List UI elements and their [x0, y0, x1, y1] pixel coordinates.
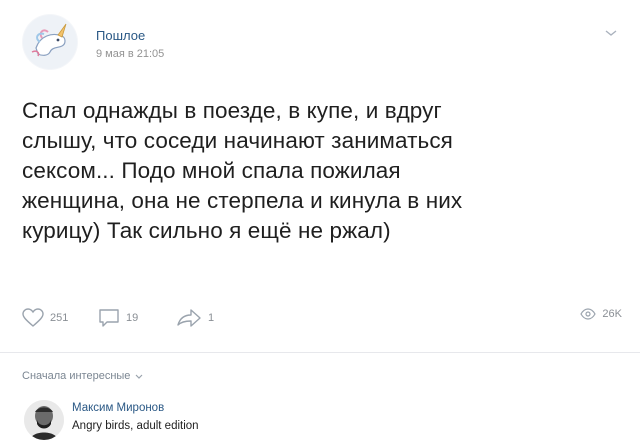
post-text: Спал однажды в поезде, в купе, и вдруг с…: [22, 96, 622, 246]
user-avatar-icon: [24, 400, 64, 440]
comment-item: Максим Миронов Angry birds, adult editio…: [22, 396, 622, 446]
chevron-down-icon[interactable]: [604, 26, 618, 40]
like-button[interactable]: 251: [22, 308, 68, 328]
chevron-down-icon: [135, 374, 143, 379]
post-header: Пошлое 9 мая в 21:05: [22, 14, 622, 74]
heart-icon: [22, 308, 44, 327]
comment-text: Angry birds, adult edition: [72, 420, 199, 432]
post-actions: 251 19 1 26K: [22, 308, 622, 332]
share-button[interactable]: 1: [176, 308, 214, 328]
commenter-name[interactable]: Максим Миронов: [72, 402, 164, 414]
post-text-line: женщина, она не стерпела и кинула в них: [22, 188, 463, 213]
comment-count: 19: [126, 312, 139, 324]
comment-bubble-icon: [99, 309, 119, 327]
share-arrow-icon: [177, 309, 201, 327]
views-count: 26K: [602, 308, 622, 320]
post-text-line: слышу, что соседи начинают заниматься: [22, 128, 453, 153]
divider: [0, 352, 640, 353]
comments-sort-dropdown[interactable]: Сначала интересные: [22, 370, 144, 382]
unicorn-logo-icon: [23, 15, 77, 69]
like-count: 251: [50, 312, 69, 324]
community-avatar[interactable]: [22, 14, 78, 70]
community-name[interactable]: Пошлое: [96, 28, 145, 43]
share-count: 1: [208, 312, 215, 324]
post-text-line: курицу) Так сильно я ещё не ржал): [22, 218, 391, 243]
comment-button[interactable]: 19: [98, 308, 138, 328]
comments-sort-label: Сначала интересные: [22, 370, 131, 382]
post-date[interactable]: 9 мая в 21:05: [96, 48, 164, 60]
post-text-line: Спал однажды в поезде, в купе, и вдруг: [22, 98, 442, 123]
commenter-avatar[interactable]: [24, 400, 64, 440]
eye-icon: [580, 308, 597, 320]
post-text-line: сексом... Подо мной спала пожилая: [22, 158, 401, 183]
views-counter: 26K: [580, 308, 622, 320]
